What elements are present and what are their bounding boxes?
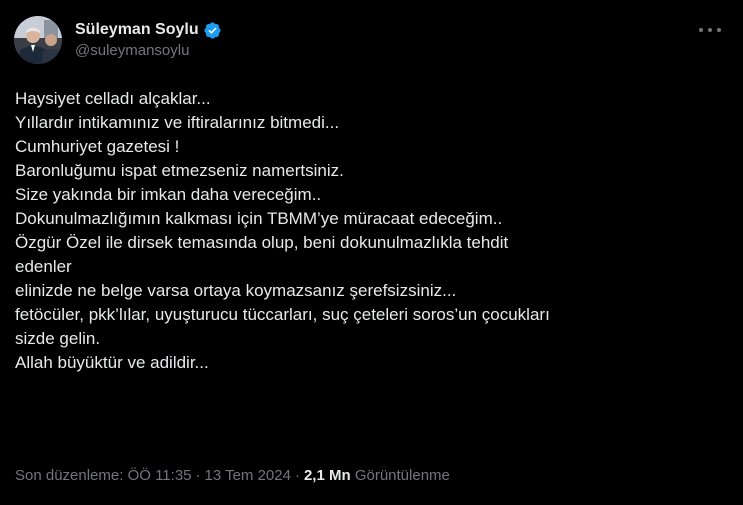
avatar-image — [14, 16, 62, 64]
author-display-name[interactable]: Süleyman Soylu — [75, 20, 199, 39]
tweet-text-line: Size yakında bir imkan daha vereceğim.. — [15, 185, 322, 204]
more-options-button[interactable] — [699, 22, 721, 38]
separator-dot: · — [195, 467, 201, 484]
more-horizontal-icon — [708, 28, 712, 32]
author-handle[interactable]: @suleymansoylu — [75, 42, 222, 60]
tweet-metadata: Son düzenleme: ÖÖ 11:35 · 13 Tem 2024 · 2,1 … — [15, 467, 450, 484]
tweet-text-line: sizde gelin. — [15, 329, 101, 348]
views-count: 2,1 Mn — [303, 467, 351, 484]
edited-timestamp[interactable]: Son düzenleme: ÖÖ 11:35 — [15, 467, 192, 484]
tweet-card: Süleyman Soylu @suleymansoylu Haysiyet c… — [0, 0, 743, 505]
author-info: Süleyman Soylu @suleymansoylu — [75, 20, 222, 59]
more-horizontal-icon — [699, 28, 703, 32]
tweet-text-line: fetöcüler, pkk’lılar, uyuşturucu tüccarl… — [15, 305, 550, 324]
separator-dot: · — [294, 467, 300, 484]
verified-badge-icon[interactable] — [203, 21, 222, 40]
avatar[interactable] — [14, 16, 62, 64]
tweet-text-line: Haysiyet celladı alçaklar... — [15, 89, 211, 108]
tweet-text-line: Cumhuriyet gazetesi ! — [15, 137, 180, 156]
views-label: Görüntülenme — [354, 467, 450, 484]
tweet-text-line: elinizde ne belge varsa ortaya koymazsan… — [15, 281, 457, 300]
tweet-text-line: Yıllardır intikamınız ve iftiralarınız b… — [15, 113, 340, 132]
tweet-date[interactable]: 13 Tem 2024 — [205, 467, 291, 484]
more-horizontal-icon — [717, 28, 721, 32]
tweet-text-line: Allah büyüktür ve adildir... — [15, 353, 209, 372]
tweet-text-line: Baronluğumu ispat etmezseniz namertsiniz… — [15, 161, 344, 180]
tweet-text-line: edenler — [15, 257, 72, 276]
author-name-row: Süleyman Soylu — [75, 20, 222, 39]
tweet-text: Haysiyet celladı alçaklar... Yıllardır i… — [15, 87, 727, 375]
tweet-text-line: Dokunulmazlığımın kalkması için TBMM’ye … — [15, 209, 503, 228]
tweet-header: Süleyman Soylu @suleymansoylu — [14, 16, 222, 64]
tweet-text-line: Özgür Özel ile dirsek temasında olup, be… — [15, 233, 509, 252]
